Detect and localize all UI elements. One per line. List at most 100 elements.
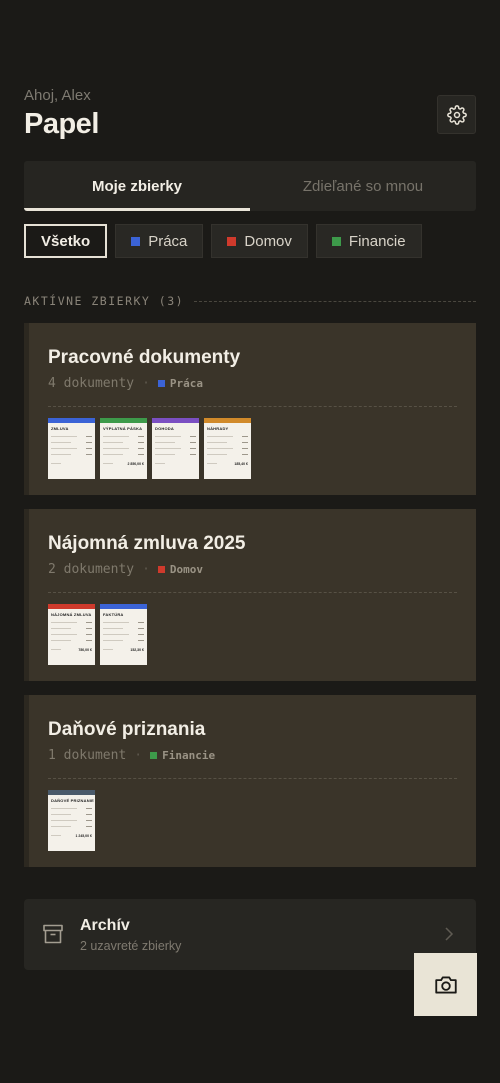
document-title: FAKTÚRA xyxy=(103,612,124,617)
document-value-line xyxy=(86,808,92,809)
document-title: DAŇOVÉ PRIZNANIE xyxy=(51,798,94,803)
document-text-line xyxy=(51,634,77,635)
document-thumbnail[interactable]: VÝPLATNÁ PÁSKA 2 850,00 € xyxy=(100,418,147,479)
document-text-line xyxy=(155,448,181,449)
document-thumbnails: DAŇOVÉ PRIZNANIE 1 245,00 € xyxy=(48,790,95,851)
archive-subtitle: 2 uzavreté zbierky xyxy=(80,939,182,953)
collection-card[interactable]: Nájomná zmluva 2025 2 dokumenty · Domov NÁJO… xyxy=(24,509,476,681)
document-thumbnail[interactable]: DOHODA xyxy=(152,418,199,479)
document-text-line xyxy=(207,442,227,443)
greeting: Ahoj, Alex xyxy=(24,87,91,104)
section-label: AKTÍVNE ZBIERKY (3) xyxy=(24,294,185,308)
document-text-line xyxy=(103,628,123,629)
document-color-band xyxy=(100,604,147,609)
document-color-band xyxy=(152,418,199,423)
document-amount: 2 850,00 € xyxy=(127,462,144,466)
document-text-line xyxy=(155,442,175,443)
camera-icon xyxy=(434,975,457,994)
filter-chip-finance[interactable]: Financie xyxy=(315,224,422,258)
filter-chip-home[interactable]: Domov xyxy=(211,224,308,258)
document-title: VÝPLATNÁ PÁSKA xyxy=(103,426,143,431)
filter-chip-label: Všetko xyxy=(41,232,91,250)
document-value-line xyxy=(86,826,92,827)
document-title: NÁHRADY xyxy=(207,426,229,431)
tag-color-square-icon xyxy=(157,380,165,387)
document-text-line xyxy=(51,442,71,443)
document-text-line xyxy=(51,448,77,449)
tag-color-square-icon xyxy=(150,752,158,759)
document-thumbnail[interactable]: NÁHRADY 185,40 € xyxy=(204,418,251,479)
collection-title: Nájomná zmluva 2025 xyxy=(48,533,246,554)
document-thumbnails: ZMLUVA VÝPLATNÁ PÁSKA 2 850,00 € DOHODA NÁHR… xyxy=(48,418,251,479)
collection-card[interactable]: Pracovné dokumenty 4 dokumenty · Práca ZMLUV… xyxy=(24,323,476,495)
collection-tag: Financie xyxy=(150,749,215,762)
document-value-line xyxy=(138,448,144,449)
document-title: DOHODA xyxy=(155,426,174,431)
document-value-line xyxy=(86,448,92,449)
document-text-line xyxy=(51,454,71,455)
archive-box-icon xyxy=(43,924,63,944)
document-total-line xyxy=(103,463,113,464)
tab-shared-with-me[interactable]: Zdieľané so mnou xyxy=(250,161,476,211)
archive-row[interactable]: Archív 2 uzavreté zbierky xyxy=(24,899,476,970)
document-text-line xyxy=(155,436,181,437)
document-value-line xyxy=(190,442,196,443)
document-value-line xyxy=(190,436,196,437)
card-divider xyxy=(48,406,457,407)
document-thumbnail[interactable]: ZMLUVA xyxy=(48,418,95,479)
camera-button[interactable] xyxy=(414,953,477,1016)
document-value-line xyxy=(138,640,144,641)
document-text-line xyxy=(103,640,123,641)
document-thumbnail[interactable]: DAŇOVÉ PRIZNANIE 1 245,00 € xyxy=(48,790,95,851)
document-title: ZMLUVA xyxy=(51,426,69,431)
collection-title: Daňové priznania xyxy=(48,719,206,740)
settings-button[interactable] xyxy=(437,95,476,134)
tag-color-square-icon xyxy=(157,566,165,573)
document-text-line xyxy=(207,436,233,437)
document-value-line xyxy=(86,622,92,623)
collection-meta: 1 dokument · Financie xyxy=(48,748,215,763)
document-text-line xyxy=(103,622,129,623)
document-text-line xyxy=(51,814,71,815)
document-count: 1 dokument xyxy=(48,748,127,763)
tab-bar: Moje zbierky Zdieľané so mnou xyxy=(24,161,476,211)
document-color-band xyxy=(48,604,95,609)
document-text-line xyxy=(51,628,71,629)
separator-dot: · xyxy=(142,562,150,577)
filter-chip-work[interactable]: Práca xyxy=(115,224,204,258)
document-text-line xyxy=(207,454,227,455)
collection-tag: Domov xyxy=(157,563,204,576)
filter-chip-all[interactable]: Všetko xyxy=(24,224,108,258)
document-value-line xyxy=(86,820,92,821)
document-text-line xyxy=(51,436,77,437)
document-count: 4 dokumenty xyxy=(48,376,135,391)
document-count: 2 dokumenty xyxy=(48,562,135,577)
document-value-line xyxy=(138,442,144,443)
archive-title: Archív xyxy=(80,917,130,934)
document-thumbnail[interactable]: NÁJOMNÁ ZMLUVA 780,00 € xyxy=(48,604,95,665)
document-thumbnail[interactable]: FAKTÚRA 152,30 € xyxy=(100,604,147,665)
document-text-line xyxy=(103,448,129,449)
tag-label: Domov xyxy=(169,563,204,576)
blue-square-icon xyxy=(131,236,141,246)
document-color-band xyxy=(48,790,95,795)
document-value-line xyxy=(138,436,144,437)
document-text-line xyxy=(51,820,77,821)
document-color-band xyxy=(48,418,95,423)
filter-chip-label: Domov xyxy=(244,232,292,250)
document-amount: 152,30 € xyxy=(130,648,144,652)
collection-tag: Práca xyxy=(157,377,203,390)
document-value-line xyxy=(242,436,248,437)
document-text-line xyxy=(51,826,71,827)
document-amount: 185,40 € xyxy=(234,462,248,466)
document-total-line xyxy=(51,649,61,650)
collection-meta: 4 dokumenty · Práca xyxy=(48,376,203,391)
document-total-line xyxy=(51,463,61,464)
collection-card[interactable]: Daňové priznania 1 dokument · Financie DAŇOV… xyxy=(24,695,476,867)
document-value-line xyxy=(86,442,92,443)
document-value-line xyxy=(86,640,92,641)
document-value-line xyxy=(86,814,92,815)
tab-my-collections[interactable]: Moje zbierky xyxy=(24,161,250,211)
document-value-line xyxy=(190,448,196,449)
document-value-line xyxy=(242,442,248,443)
